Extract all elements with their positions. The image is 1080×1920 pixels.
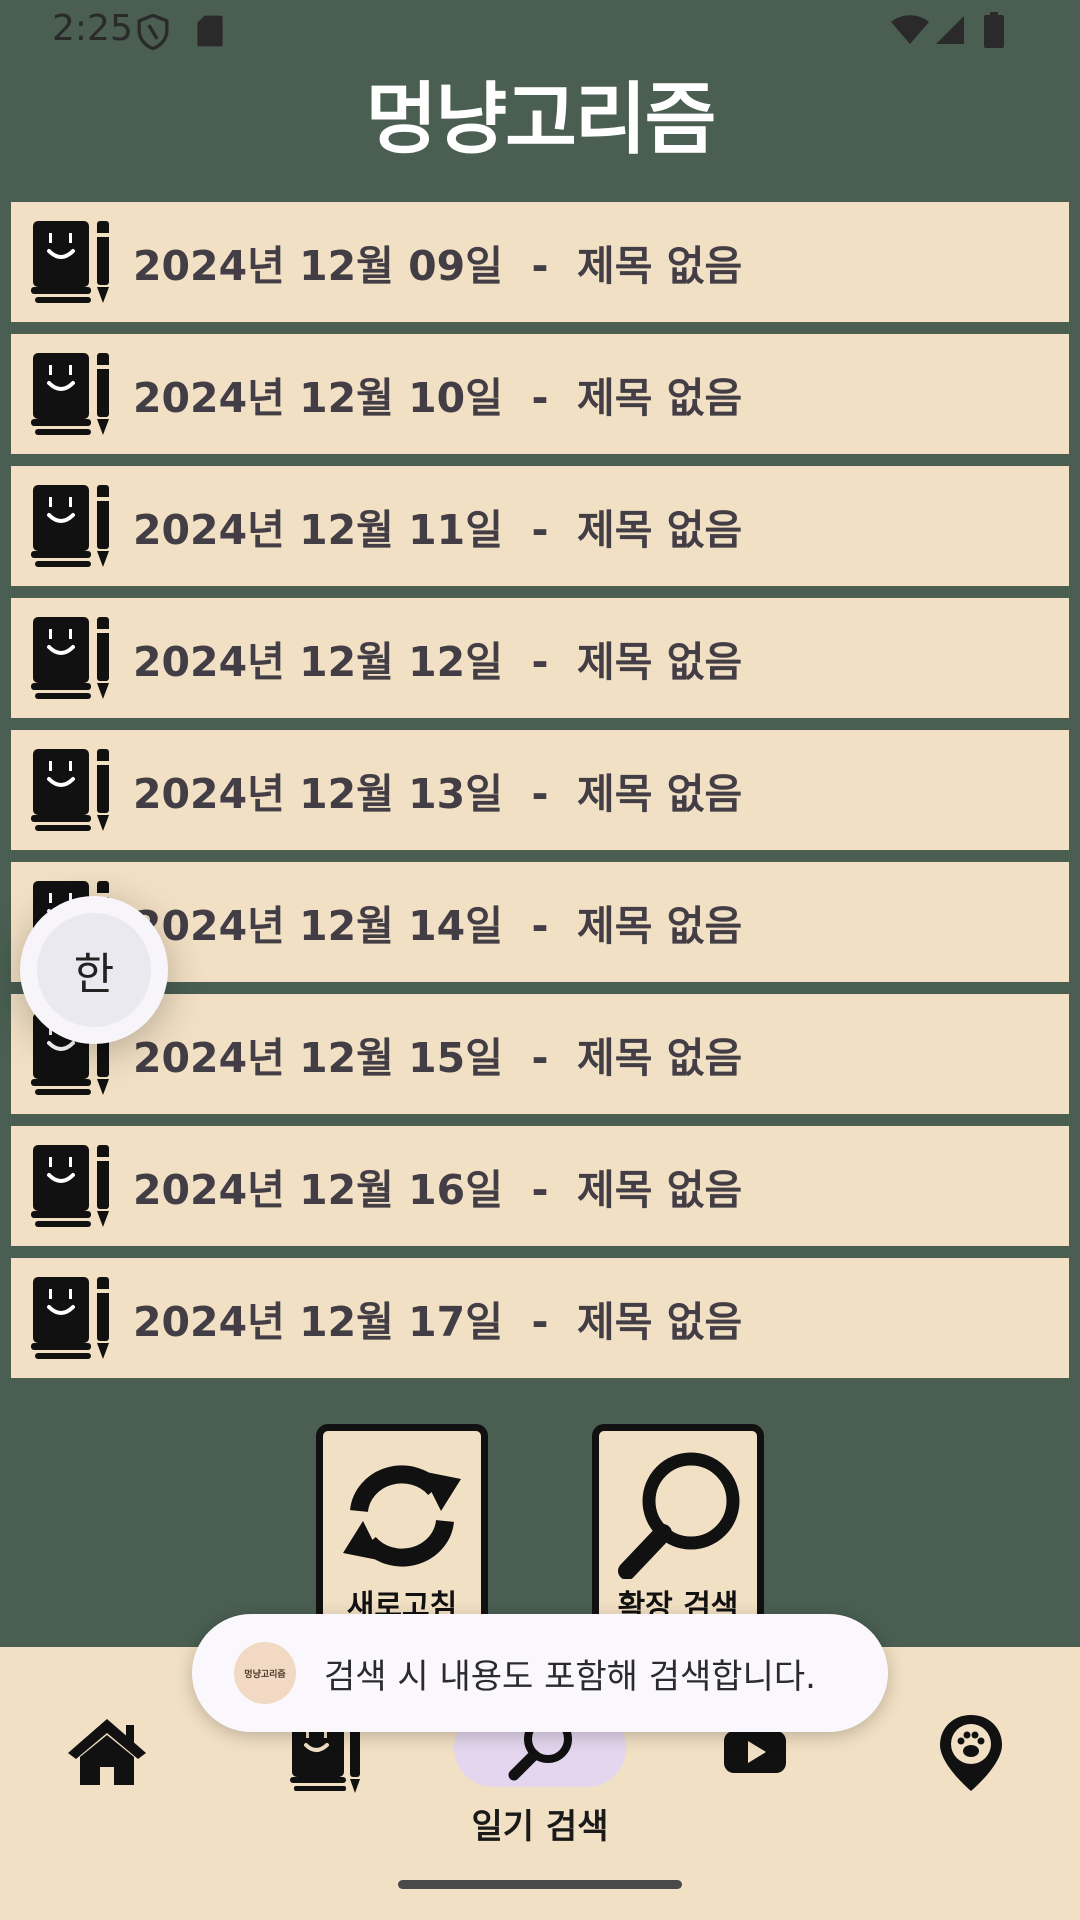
- diary-list-item[interactable]: 2024년 12월 09일 - 제목 없음: [11, 202, 1069, 322]
- diary-book-icon: [31, 749, 109, 831]
- app-logo-text: 멍냥고리즘: [244, 1669, 286, 1680]
- signal-icon: [936, 16, 964, 44]
- nav-active-label[interactable]: 일기 검색: [440, 1799, 640, 1848]
- diary-book-icon: [31, 617, 109, 699]
- ime-language-label: 한: [37, 913, 151, 1027]
- status-bar: 2:25: [0, 0, 1080, 62]
- diary-book-icon: [31, 1277, 109, 1359]
- app-logo: 멍냥고리즘: [234, 1642, 296, 1704]
- app-title: 멍냥고리즘: [365, 75, 717, 165]
- diary-book-icon: [31, 221, 109, 303]
- diary-entry-label: 2024년 12월 15일 - 제목 없음: [133, 1034, 743, 1082]
- map-pin-paw-icon[interactable]: [926, 1707, 1016, 1797]
- battery-icon: [984, 12, 1004, 48]
- diary-list-item[interactable]: 2024년 12월 13일 - 제목 없음: [11, 730, 1069, 850]
- gesture-home-indicator[interactable]: [398, 1880, 682, 1889]
- toast-message: 멍냥고리즘 검색 시 내용도 포함해 검색합니다.: [192, 1614, 888, 1732]
- magnifier-icon: [618, 1452, 740, 1579]
- diary-list-item[interactable]: 2024년 12월 14일 - 제목 없음: [11, 862, 1069, 982]
- refresh-icon: [343, 1465, 461, 1567]
- diary-book-icon: [31, 353, 109, 435]
- diary-book-icon: [31, 1145, 109, 1227]
- diary-entry-label: 2024년 12월 13일 - 제목 없음: [133, 770, 743, 818]
- diary-list: 2024년 12월 09일 - 제목 없음 2024년 12월 10일 - 제목…: [11, 202, 1069, 1390]
- status-time: 2:25: [52, 8, 133, 49]
- diary-entry-label: 2024년 12월 09일 - 제목 없음: [133, 242, 743, 290]
- diary-book-icon: [31, 485, 109, 567]
- sd-card-icon: [197, 15, 223, 47]
- diary-entry-label: 2024년 12월 11일 - 제목 없음: [133, 506, 743, 554]
- refresh-button[interactable]: 새로고침: [316, 1424, 488, 1644]
- wifi-icon: [891, 15, 929, 44]
- ime-language-bubble[interactable]: 한: [20, 896, 168, 1044]
- diary-entry-label: 2024년 12월 17일 - 제목 없음: [133, 1298, 743, 1346]
- diary-list-item[interactable]: 2024년 12월 11일 - 제목 없음: [11, 466, 1069, 586]
- diary-entry-label: 2024년 12월 10일 - 제목 없음: [133, 374, 743, 422]
- diary-list-item[interactable]: 2024년 12월 16일 - 제목 없음: [11, 1126, 1069, 1246]
- diary-entry-label: 2024년 12월 12일 - 제목 없음: [133, 638, 743, 686]
- toast-text: 검색 시 내용도 포함해 검색합니다.: [324, 1656, 816, 1697]
- diary-entry-label: 2024년 12월 14일 - 제목 없음: [133, 902, 743, 950]
- shield-icon: [137, 14, 169, 50]
- diary-list-item[interactable]: 2024년 12월 10일 - 제목 없음: [11, 334, 1069, 454]
- diary-list-item[interactable]: 2024년 12월 12일 - 제목 없음: [11, 598, 1069, 718]
- home-icon[interactable]: [62, 1707, 152, 1797]
- diary-entry-label: 2024년 12월 16일 - 제목 없음: [133, 1166, 743, 1214]
- diary-list-item[interactable]: 2024년 12월 15일 - 제목 없음: [11, 994, 1069, 1114]
- extended-search-button[interactable]: 확장 검색: [592, 1424, 764, 1644]
- diary-list-item[interactable]: 2024년 12월 17일 - 제목 없음: [11, 1258, 1069, 1378]
